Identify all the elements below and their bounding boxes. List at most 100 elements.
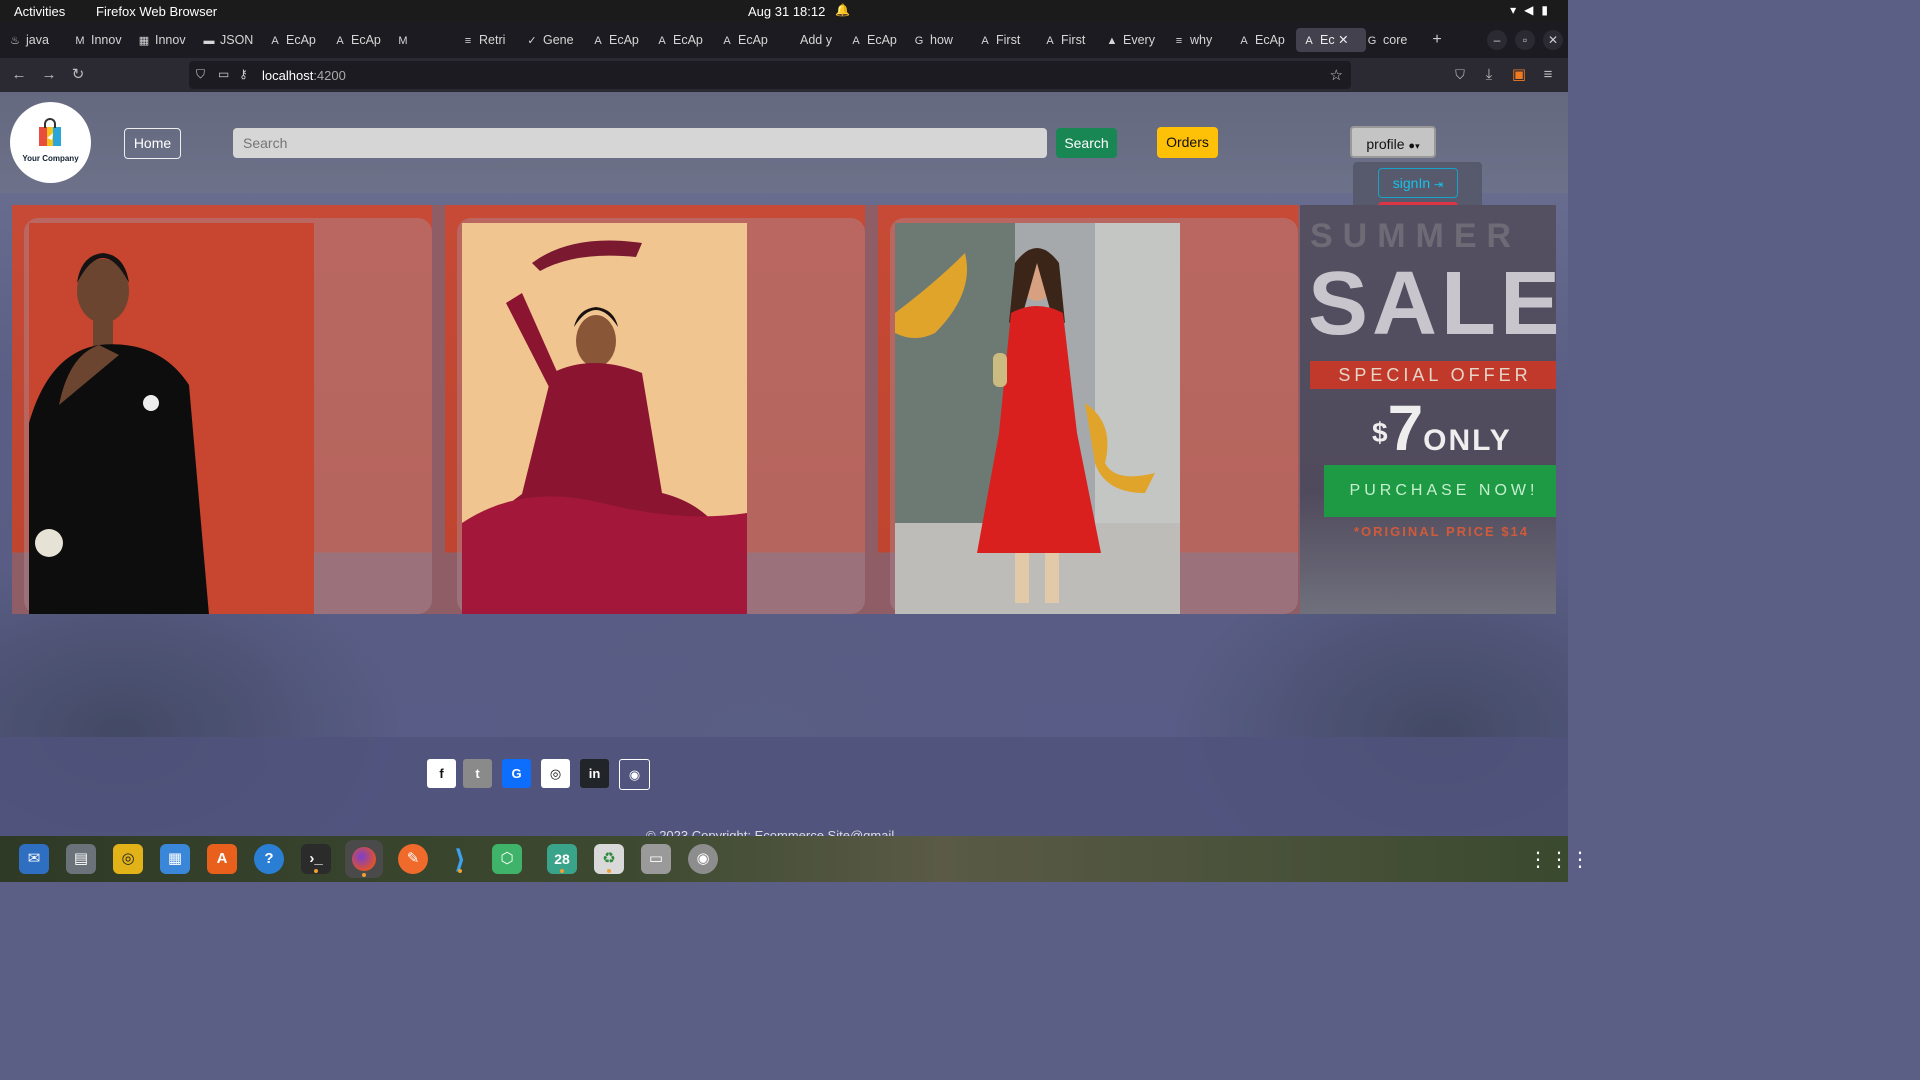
download-icon[interactable]: ⤓ — [1478, 64, 1500, 86]
browser-tab[interactable]: A EcAp — [655, 28, 710, 52]
shopping-bag-icon — [39, 118, 61, 146]
drawing-icon[interactable]: ✎ — [398, 844, 428, 874]
company-logo[interactable]: Your Company — [10, 102, 91, 183]
home-button[interactable]: Home — [124, 128, 181, 159]
key-icon[interactable]: ⚷ — [239, 67, 248, 81]
purchase-now-button[interactable]: PURCHASE NOW! — [1324, 465, 1556, 517]
linkedin-icon[interactable]: in — [580, 759, 609, 788]
activities-button[interactable]: Activities — [14, 4, 65, 19]
close-tab-icon[interactable]: ✕ — [1335, 33, 1348, 47]
drive-icon[interactable]: ▭ — [641, 844, 671, 874]
vscode-icon[interactable]: ⟩ — [445, 844, 475, 874]
browser-tab[interactable]: ≡ Retri — [461, 28, 516, 52]
orders-button[interactable]: Orders — [1157, 127, 1218, 158]
new-tab-button[interactable]: + — [1427, 30, 1447, 50]
browser-tab[interactable]: ≡ why — [1172, 28, 1227, 52]
menu-icon[interactable]: ≡ — [1537, 64, 1559, 86]
sale-price: $7ONLY — [1372, 392, 1512, 464]
browser-tab[interactable]: A EcAp — [333, 28, 388, 52]
browser-tab[interactable]: A EcAp — [720, 28, 775, 52]
product-image[interactable] — [462, 223, 747, 614]
instagram-icon[interactable]: ◎ — [541, 759, 570, 788]
search-input[interactable] — [233, 128, 1047, 158]
browser-tab[interactable]: Add y — [800, 28, 840, 52]
terminal-icon[interactable]: ›_ — [301, 844, 331, 874]
twitter-icon[interactable]: t — [463, 759, 492, 788]
tab-label: First — [1061, 33, 1086, 47]
tab-label: Retri — [479, 33, 506, 47]
extension-icon[interactable]: ▣ — [1508, 64, 1530, 86]
browser-tab-strip: ♨ java M Innov ▦ Innov ▬ JSON A EcAp A EcAp M ≡ Retri ✓… — [0, 22, 1568, 58]
browser-tab-active[interactable]: A Ec ✕ — [1296, 28, 1366, 52]
signin-button[interactable]: signIn ⇥ — [1378, 168, 1458, 198]
product-carousel[interactable]: SUMMER SALE SPECIAL OFFER $7ONLY PURCHAS… — [12, 205, 1556, 614]
running-indicator — [362, 873, 366, 877]
volume-icon: ◀ — [1524, 3, 1542, 17]
active-app-name[interactable]: Firefox Web Browser — [96, 4, 217, 19]
thunderbird-icon[interactable]: ✉ — [19, 844, 49, 874]
angular-icon: A — [723, 35, 731, 47]
back-icon[interactable]: ← — [8, 64, 30, 86]
google-icon[interactable]: G — [502, 759, 531, 788]
browser-tab[interactable]: Ghow — [912, 28, 967, 52]
maximize-button[interactable]: ▫ — [1515, 30, 1535, 50]
profile-dropdown-button[interactable]: profile ●▾ — [1350, 126, 1436, 158]
sale-headline: SALE — [1308, 254, 1556, 354]
product-card[interactable] — [24, 218, 432, 614]
url-text[interactable]: localhost:4200 — [262, 68, 346, 83]
sale-banner[interactable]: SUMMER SALE SPECIAL OFFER $7ONLY PURCHAS… — [1300, 205, 1556, 614]
browser-tab[interactable]: A EcAp — [849, 28, 904, 52]
browser-tab[interactable]: ▲ Every — [1105, 28, 1160, 52]
forward-icon[interactable]: → — [38, 64, 60, 86]
product-image[interactable] — [895, 223, 1180, 614]
bookmark-star-icon[interactable]: ☆ — [1330, 66, 1343, 84]
reload-icon[interactable]: ↻ — [67, 64, 89, 86]
product-card[interactable] — [457, 218, 865, 614]
rhythmbox-icon[interactable]: ◎ — [113, 844, 143, 874]
google-icon: G — [1367, 35, 1377, 47]
browser-tab[interactable]: A EcAp — [1237, 28, 1292, 52]
page-icon[interactable]: ▭ — [218, 67, 229, 81]
tab-label: Innov — [155, 33, 186, 47]
close-window-button[interactable]: ✕ — [1543, 30, 1563, 50]
angular-icon: A — [658, 35, 666, 47]
browser-tab[interactable]: A EcAp — [591, 28, 646, 52]
browser-tab[interactable]: ♨ java — [8, 28, 63, 52]
minimize-button[interactable]: – — [1487, 30, 1507, 50]
software-center-icon[interactable]: A — [207, 844, 237, 874]
site-footer: f t G ◎ in ◉ © 2023 Copyright: Ecommerce Site… — [0, 737, 1568, 836]
browser-tab[interactable]: M — [396, 28, 451, 52]
tab-label: First — [996, 33, 1021, 47]
browser-tab[interactable]: A First — [1043, 28, 1098, 52]
facebook-icon[interactable]: f — [427, 759, 456, 788]
firefox-icon[interactable] — [345, 840, 383, 878]
angular-icon: A — [1305, 35, 1313, 47]
browser-tab[interactable]: A EcAp — [268, 28, 323, 52]
shield-icon[interactable]: ⛉ — [196, 67, 205, 82]
clock[interactable]: Aug 31 18:12 — [748, 4, 825, 19]
disc-icon[interactable]: ◉ — [688, 844, 718, 874]
tab-label: Ec — [1320, 33, 1335, 47]
product-card[interactable] — [890, 218, 1298, 614]
trash-icon[interactable]: ♻ — [594, 844, 624, 874]
help-icon[interactable]: ? — [254, 844, 284, 874]
browser-tab[interactable]: A First — [978, 28, 1033, 52]
browser-tab[interactable]: M Innov — [73, 28, 128, 52]
url-bar[interactable]: ⛉ ▭ ⚷ localhost:4200 ☆ — [189, 61, 1351, 89]
browser-tab[interactable]: ✓ Gene — [525, 28, 580, 52]
search-button[interactable]: Search — [1056, 128, 1117, 158]
system-tray[interactable]: ▾◀▮ — [1510, 3, 1556, 17]
calendar-icon[interactable]: 28 — [547, 844, 577, 874]
gmail-icon: M — [75, 35, 85, 47]
browser-tab[interactable]: ▬ JSON — [202, 28, 257, 52]
files-icon[interactable]: ▤ — [66, 844, 96, 874]
writer-icon[interactable]: ▦ — [160, 844, 190, 874]
package-icon[interactable]: ⬡ — [492, 844, 522, 874]
show-apps-grid-icon[interactable]: ⋮⋮⋮ — [1528, 847, 1591, 872]
browser-tab[interactable]: Gcore — [1365, 28, 1420, 52]
browser-tab[interactable]: ▦ Innov — [137, 28, 192, 52]
angular-icon: A — [1046, 35, 1054, 47]
product-image[interactable] — [29, 223, 314, 614]
pocket-icon[interactable]: ⛉ — [1449, 64, 1471, 86]
github-icon[interactable]: ◉ — [619, 759, 650, 790]
